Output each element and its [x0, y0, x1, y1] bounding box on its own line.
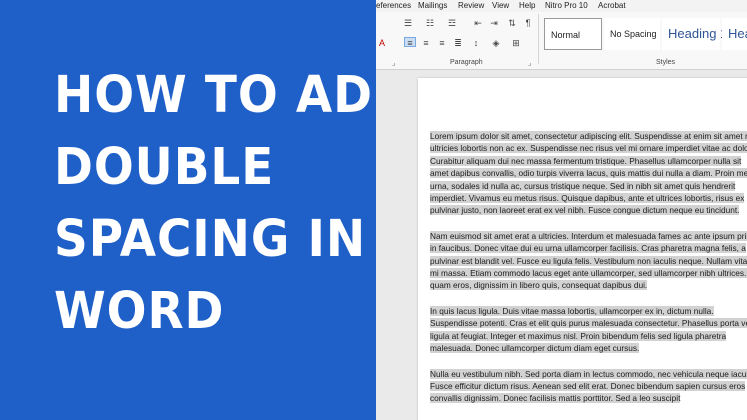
- align-right-icon[interactable]: ≡: [436, 38, 448, 48]
- paragraph[interactable]: In quis lacus ligula. Duis vitae massa l…: [430, 305, 747, 355]
- menu-mailings[interactable]: Mailings: [418, 1, 447, 10]
- align-center-icon[interactable]: ≡: [420, 38, 432, 48]
- borders-icon[interactable]: ⊞: [510, 38, 522, 48]
- line-spacing-icon[interactable]: ↕: [470, 38, 482, 48]
- paragraph-dialog-launcher-icon[interactable]: ⌟: [528, 59, 531, 67]
- style-heading-2[interactable]: Hea: [722, 18, 747, 50]
- paragraph-text: Nulla eu vestibulum nibh. Sed porta diam…: [430, 368, 747, 404]
- ribbon-divider: [538, 14, 539, 64]
- bullets-icon[interactable]: ☰: [402, 18, 414, 28]
- style-normal[interactable]: Normal: [544, 18, 602, 50]
- headline-line-4: WORD: [54, 282, 225, 341]
- menu-acrobat[interactable]: Acrobat: [598, 1, 626, 10]
- decrease-indent-icon[interactable]: ⇤: [472, 18, 484, 28]
- menu-references[interactable]: eferences: [376, 1, 411, 10]
- title-panel: HOW TO ADD DOUBLE SPACING IN WORD: [0, 0, 413, 420]
- paragraph[interactable]: Nulla eu vestibulum nibh. Sed porta diam…: [430, 368, 747, 405]
- headline-line-2: DOUBLE: [54, 138, 275, 197]
- sort-icon[interactable]: ⇅: [506, 18, 518, 28]
- word-window: eferences Mailings Review View Help Nitr…: [376, 0, 747, 420]
- increase-indent-icon[interactable]: ⇥: [488, 18, 500, 28]
- document-page[interactable]: Lorem ipsum dolor sit amet, consectetur …: [418, 78, 747, 420]
- font-color-icon[interactable]: A: [376, 38, 388, 48]
- justify-icon[interactable]: ≣: [452, 38, 464, 48]
- paragraph-text: Nam euismod sit amet erat a ultricies. I…: [430, 230, 747, 291]
- multilevel-list-icon[interactable]: ☲: [446, 18, 458, 28]
- paragraph[interactable]: Nam euismod sit amet erat a ultricies. I…: [430, 230, 747, 292]
- menu-review[interactable]: Review: [458, 1, 484, 10]
- headline-line-1: HOW TO ADD: [54, 66, 413, 125]
- headline-line-3: SPACING IN: [54, 210, 367, 269]
- paragraph[interactable]: Lorem ipsum dolor sit amet, consectetur …: [430, 130, 747, 217]
- paragraph-text: Lorem ipsum dolor sit amet, consectetur …: [430, 131, 747, 216]
- numbering-icon[interactable]: ☷: [424, 18, 436, 28]
- headline: HOW TO ADD DOUBLE SPACING IN WORD: [54, 60, 413, 348]
- pilcrow-icon[interactable]: ¶: [522, 18, 534, 28]
- paragraph-group-label: Paragraph: [450, 59, 483, 66]
- align-left-icon[interactable]: ≡: [404, 37, 416, 48]
- styles-group-label: Styles: [656, 59, 676, 66]
- ruler: [376, 71, 747, 77]
- document-body[interactable]: Lorem ipsum dolor sit amet, consectetur …: [430, 130, 747, 418]
- style-no-spacing[interactable]: No Spacing: [604, 18, 660, 50]
- paragraph-text: In quis lacus ligula. Duis vitae massa l…: [430, 305, 747, 354]
- menu-nitro[interactable]: Nitro Pro 10: [545, 1, 588, 10]
- menu-bar: eferences Mailings Review View Help Nitr…: [376, 0, 747, 12]
- shading-icon[interactable]: ◈: [490, 38, 502, 48]
- menu-view[interactable]: View: [492, 1, 509, 10]
- menu-help[interactable]: Help: [519, 1, 535, 10]
- ribbon: ☰ ☷ ☲ ⇤ ⇥ ⇅ ¶ A ≡ ≡ ≡ ≣ ↕ ◈ ⊞ ⌟ Paragrap…: [376, 12, 747, 70]
- font-dialog-launcher-icon[interactable]: ⌟: [392, 59, 395, 67]
- style-heading-1[interactable]: Heading 1: [662, 18, 727, 50]
